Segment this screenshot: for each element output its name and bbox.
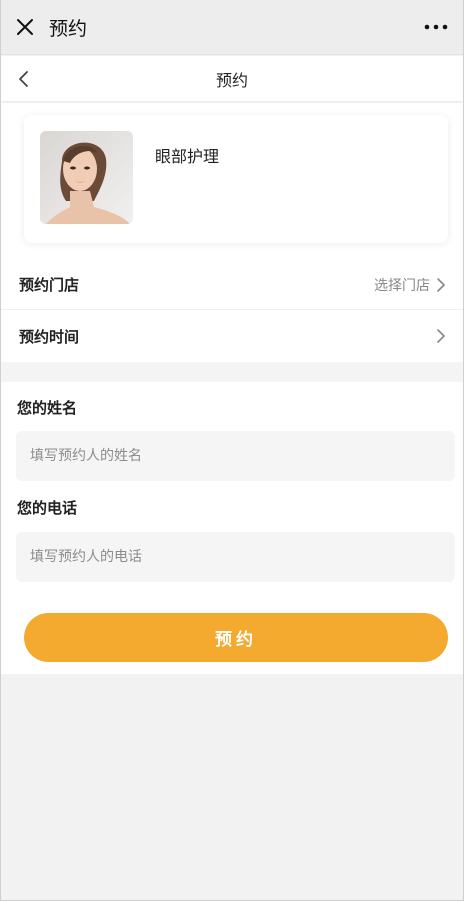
time-label: 预约时间: [19, 327, 80, 346]
close-icon: [17, 19, 33, 35]
chevron-right-icon: [437, 329, 445, 343]
window-title-bar: 预约: [1, 0, 463, 55]
time-selector-row[interactable]: 预约时间: [1, 311, 463, 361]
name-label: 您的姓名: [17, 399, 78, 417]
booking-form-panel: 眼部护理 预约门店 选择门店 预约时间 您的姓名 您的电话: [1, 103, 463, 674]
store-label: 预约门店: [19, 276, 80, 294]
more-icon: [424, 24, 448, 30]
section-divider: [1, 362, 463, 382]
woman-portrait-image: [40, 131, 133, 224]
store-value: 选择门店: [374, 277, 430, 294]
chevron-right-icon: [437, 277, 445, 292]
page-nav-bar: 预约: [1, 56, 463, 102]
store-selector[interactable]: 选择门店: [374, 275, 446, 295]
phone-input[interactable]: [16, 532, 455, 582]
name-input[interactable]: [16, 431, 455, 481]
page-title: 预约: [215, 70, 248, 90]
window-title: 预约: [49, 17, 88, 40]
submit-booking-button[interactable]: 预约: [24, 613, 448, 662]
close-button[interactable]: [3, 0, 47, 55]
time-selector[interactable]: [430, 328, 446, 344]
product-card: 眼部护理: [24, 115, 448, 243]
store-selector-row[interactable]: 预约门店 选择门店: [1, 260, 463, 310]
product-name: 眼部护理: [155, 147, 220, 166]
back-button[interactable]: [9, 64, 39, 94]
more-button[interactable]: [419, 12, 453, 42]
product-image: [40, 131, 133, 224]
chevron-left-icon: [19, 71, 28, 87]
phone-label: 您的电话: [17, 499, 78, 517]
app-frame: 预约 预约 眼部护理 预约门店 选择门店 预约时间 您的姓名 填写预约人的姓名 …: [0, 0, 464, 901]
